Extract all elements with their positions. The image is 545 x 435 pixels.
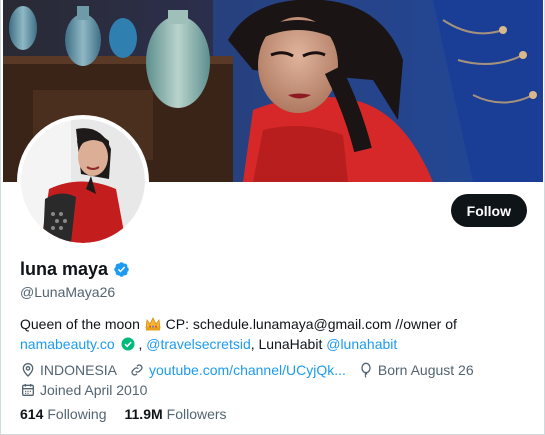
bio-text: CP: schedule.lunamaya@gmail.com //owner … (165, 316, 457, 332)
user-handle: @LunaMaya26 (20, 284, 116, 300)
verified-badge-icon[interactable] (113, 261, 130, 278)
profile-bio: Queen of the moon CP: schedule.lunamaya@… (20, 314, 530, 354)
followers-link[interactable]: 11.9M Followers (125, 406, 227, 422)
following-link[interactable]: 614 Following (20, 406, 107, 422)
joined-item: Joined April 2010 (20, 380, 147, 400)
website-item[interactable]: youtube.com/channel/UCyjQk... (129, 360, 346, 380)
following-label: Following (47, 406, 107, 422)
birthday-text: Born August 26 (377, 362, 474, 378)
follow-button[interactable]: Follow (450, 194, 527, 227)
display-name: luna maya (20, 259, 109, 279)
website-link[interactable]: youtube.com/channel/UCyjQk... (149, 360, 346, 380)
follow-stats: 614 Following 11.9M Followers (20, 406, 245, 422)
followers-label: Followers (166, 406, 227, 422)
profile-card: Follow luna maya @LunaMaya26 Queen of th… (0, 0, 545, 435)
avatar[interactable] (21, 119, 145, 243)
bio-separator: , (138, 336, 143, 352)
name-row: luna maya (20, 259, 130, 280)
bio-text: Queen of the moon (20, 316, 140, 332)
location-pin-icon (22, 363, 34, 377)
joined-text: Joined April 2010 (40, 382, 148, 398)
followers-count: 11.9M (124, 406, 163, 422)
avatar-frame[interactable] (17, 115, 149, 247)
bio-link-lunahabit[interactable]: @lunahabit (326, 336, 397, 352)
verified-org-check-icon (121, 337, 135, 351)
calendar-icon (22, 384, 34, 396)
location-text: INDONESIA (40, 362, 118, 378)
profile-meta: INDONESIA youtube.com/channel/UCyjQk... … (20, 360, 535, 400)
bio-link-travelsecretsid[interactable]: @travelsecretsid (146, 336, 250, 352)
following-count: 614 (20, 406, 44, 422)
bio-link-namabeauty[interactable]: namabeauty.co (20, 336, 115, 352)
balloon-icon (361, 362, 371, 378)
location-item: INDONESIA (20, 360, 117, 380)
bio-text: , LunaHabit (250, 336, 323, 352)
birthday-item: Born August 26 (358, 360, 474, 380)
link-icon (131, 364, 143, 376)
crown-emoji-icon (145, 317, 161, 331)
